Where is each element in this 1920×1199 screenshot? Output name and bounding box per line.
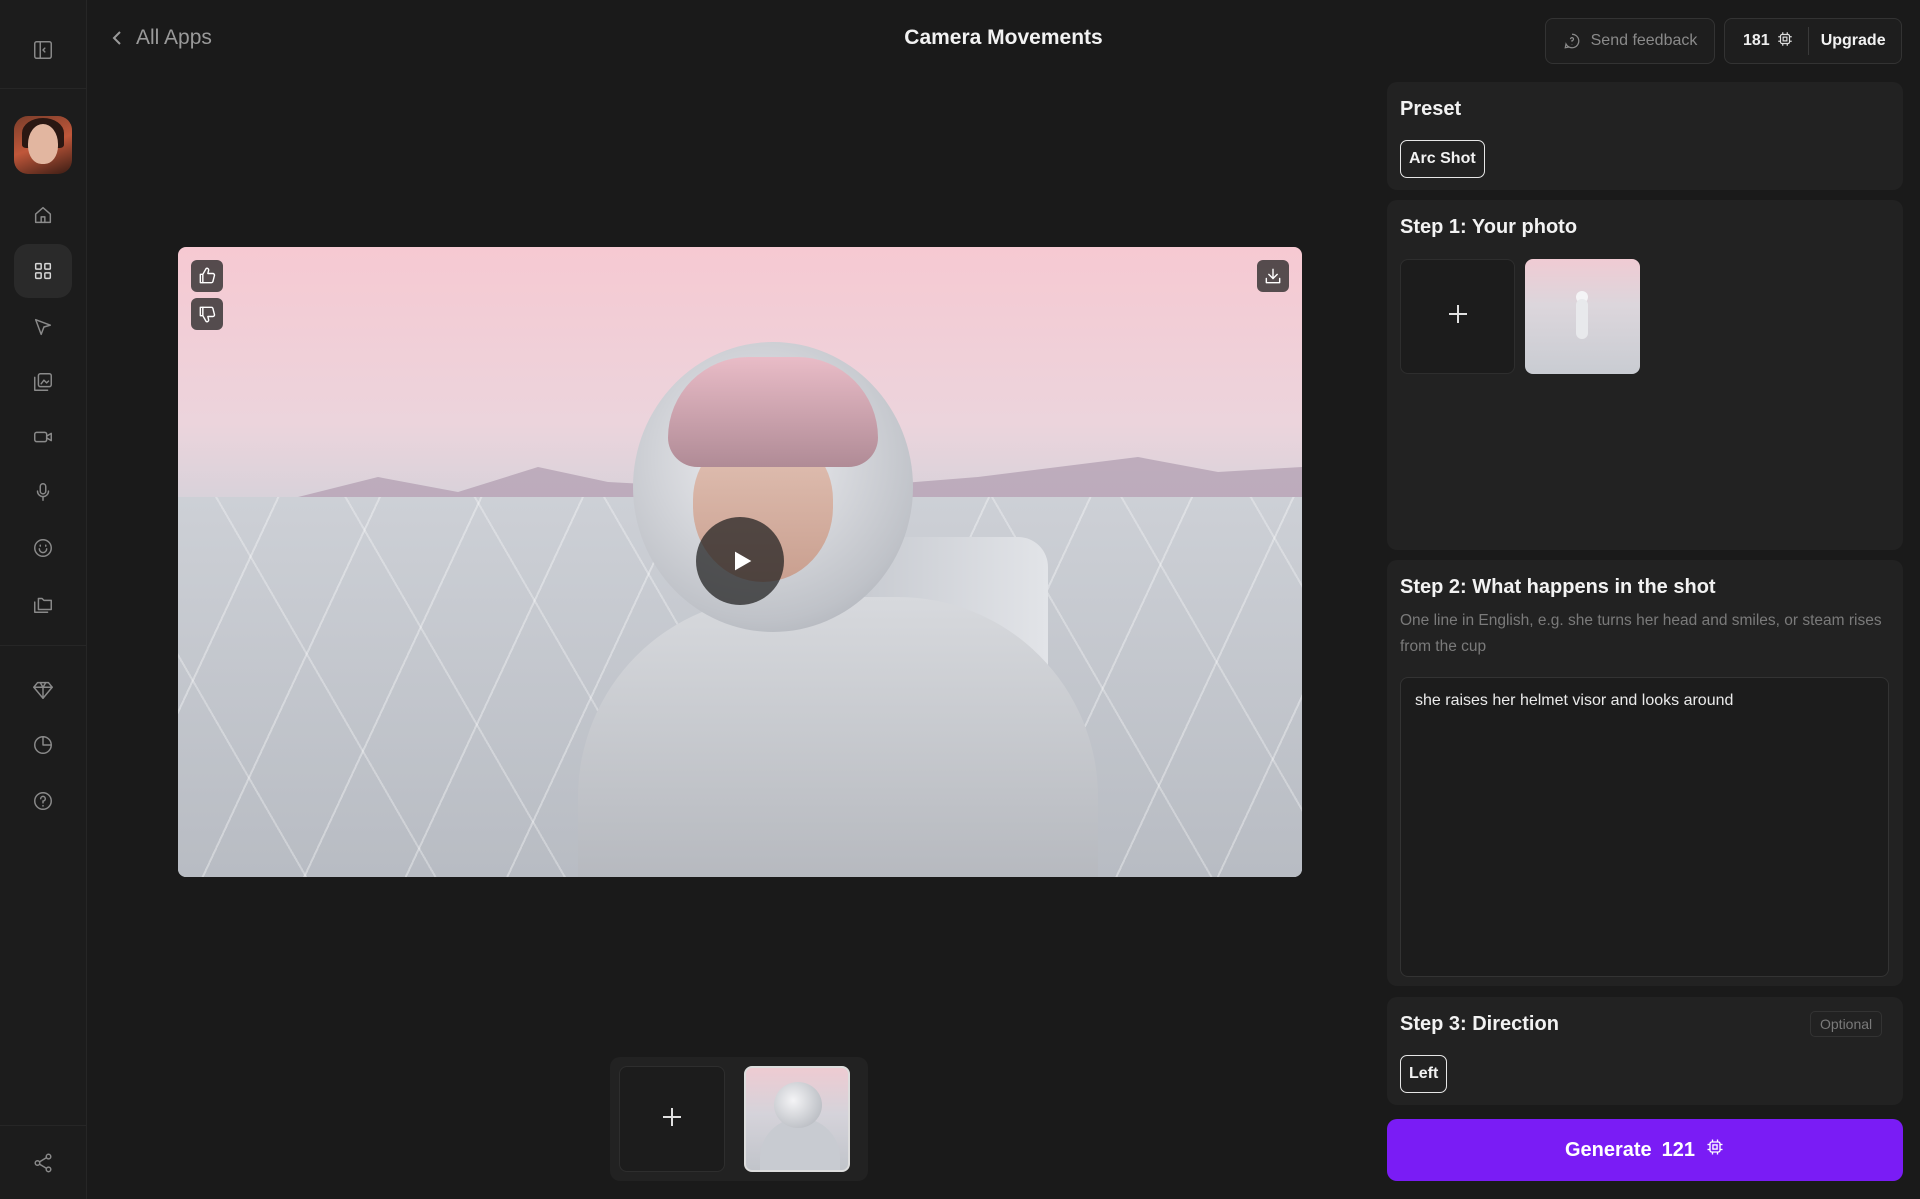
step2-hint: One line in English, e.g. she turns her … xyxy=(1400,612,1882,655)
result-thumbnail[interactable] xyxy=(744,1066,850,1172)
feedback-icon xyxy=(1564,33,1580,49)
plus-icon xyxy=(1447,303,1469,330)
microphone-icon[interactable] xyxy=(23,472,63,512)
credits-balance: 181 xyxy=(1725,27,1809,55)
generate-label: Generate xyxy=(1564,1138,1652,1161)
thumbs-down-button[interactable] xyxy=(191,298,223,330)
image-edit-icon[interactable] xyxy=(23,362,63,402)
thumbs-down-icon xyxy=(199,306,216,323)
optional-badge: Optional xyxy=(1810,1011,1883,1037)
sidebar-divider xyxy=(0,1125,86,1126)
credits-box: 181 Upgrade xyxy=(1724,18,1902,64)
video-icon[interactable] xyxy=(23,417,63,457)
sidebar xyxy=(0,0,87,1199)
step1-photo-card: Step 1: Your photo xyxy=(1387,200,1903,550)
step3-title: Step 3: Direction xyxy=(1400,1013,1559,1035)
folder-icon[interactable] xyxy=(23,584,63,624)
add-photo-button[interactable] xyxy=(1400,259,1515,374)
download-button[interactable] xyxy=(1257,260,1289,292)
thumbs-up-icon xyxy=(199,267,216,284)
apps-grid-icon[interactable] xyxy=(14,244,72,298)
astronaut-suit xyxy=(578,597,1098,877)
preset-title: Preset xyxy=(1400,98,1462,120)
shot-description-input[interactable]: she raises her helmet visor and looks ar… xyxy=(1400,677,1889,977)
play-icon xyxy=(735,551,752,571)
thumbnail-helmet xyxy=(774,1082,822,1128)
generate-button[interactable]: Generate 121 xyxy=(1387,1119,1903,1181)
results-tray xyxy=(610,1057,868,1181)
avatar-face xyxy=(28,124,58,164)
upgrade-button[interactable]: Upgrade xyxy=(1809,32,1886,50)
generate-cost: 121 xyxy=(1661,1138,1696,1161)
cursor-icon[interactable] xyxy=(23,307,63,347)
step2-action-card: Step 2: What happens in the shot One lin… xyxy=(1387,560,1903,986)
preset-arc-shot[interactable]: Arc Shot xyxy=(1400,140,1485,178)
add-result-button[interactable] xyxy=(619,1066,725,1172)
share-icon[interactable] xyxy=(23,1143,63,1183)
step2-title: Step 2: What happens in the shot xyxy=(1400,576,1716,598)
credits-value: 181 xyxy=(1743,32,1770,49)
pie-chart-icon[interactable] xyxy=(23,725,63,765)
video-preview[interactable] xyxy=(178,247,1302,877)
smiley-icon[interactable] xyxy=(23,528,63,568)
step1-title: Step 1: Your photo xyxy=(1400,216,1578,238)
direction-left[interactable]: Left xyxy=(1400,1055,1448,1093)
uploaded-photo-thumbnail[interactable] xyxy=(1525,259,1640,374)
credit-chip-icon xyxy=(1705,1137,1725,1163)
preset-card: Preset Arc Shot xyxy=(1387,82,1903,190)
home-icon[interactable] xyxy=(23,195,63,235)
send-feedback-label: Send feedback xyxy=(1590,32,1698,49)
credit-chip-icon xyxy=(1776,30,1794,53)
play-button[interactable] xyxy=(696,517,784,605)
thumbnail-figure xyxy=(1576,299,1588,339)
plus-icon xyxy=(661,1106,683,1133)
send-feedback-button[interactable]: Send feedback xyxy=(1545,18,1715,64)
sidebar-divider xyxy=(0,88,86,89)
sidebar-divider xyxy=(0,645,86,646)
download-icon xyxy=(1265,268,1281,284)
step3-direction-card: Step 3: Direction Optional Left xyxy=(1387,997,1903,1105)
astronaut-visor xyxy=(668,357,878,467)
diamond-icon[interactable] xyxy=(23,670,63,710)
thumbs-up-button[interactable] xyxy=(191,260,223,292)
avatar[interactable] xyxy=(14,116,72,174)
help-icon[interactable] xyxy=(23,781,63,821)
